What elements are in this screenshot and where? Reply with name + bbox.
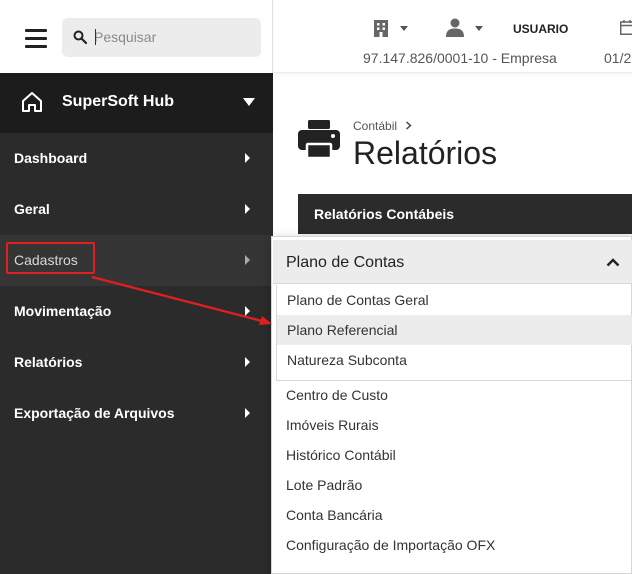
submenu-item-imoveis-rurais[interactable]: Imóveis Rurais [273, 410, 632, 440]
submenu-item-label: Plano de Contas Geral [287, 292, 429, 308]
sidebar-header [0, 0, 273, 73]
chevron-up-icon [606, 258, 620, 267]
sidebar-item-label: Relatórios [14, 354, 83, 370]
submenu-item-plano-referencial[interactable]: Plano Referencial [277, 315, 632, 345]
chevron-right-icon [405, 121, 412, 130]
submenu-group-plano-de-contas[interactable]: Plano de Contas [273, 240, 632, 284]
submenu-item-label: Natureza Subconta [287, 352, 407, 368]
cadastros-submenu: Plano de Contas Plano de Contas Geral Pl… [271, 236, 632, 574]
sidebar-item-label: Movimentação [14, 303, 112, 319]
submenu-item-label: Configuração de Importação OFX [286, 537, 496, 553]
search-icon [73, 30, 87, 44]
page-title: Relatórios [353, 135, 498, 171]
calendar-icon[interactable] [620, 20, 632, 35]
chevron-down-icon[interactable] [400, 26, 408, 31]
search-input[interactable] [94, 26, 249, 48]
submenu-group-items: Plano de Contas Geral Plano Referencial … [276, 285, 632, 381]
sidebar-item-label: Geral [14, 201, 50, 217]
sidebar-item-relatorios[interactable]: Relatórios [0, 337, 273, 388]
topbar: USUARIO 97.147.826/0001-10 - Empresa 01/… [274, 0, 632, 73]
username-label[interactable]: USUARIO [513, 22, 568, 36]
chevron-right-icon [245, 153, 250, 163]
menu-icon[interactable] [25, 29, 47, 49]
search-box[interactable] [62, 18, 261, 57]
submenu-item-label: Histórico Contábil [286, 447, 396, 463]
brand-selector[interactable]: SuperSoft Hub [0, 73, 273, 133]
submenu-item-centro-de-custo[interactable]: Centro de Custo [273, 380, 632, 410]
sidebar-item-movimentacao[interactable]: Movimentação [0, 286, 273, 337]
section-header: Relatórios Contábeis [298, 194, 632, 234]
submenu-item-label: Centro de Custo [286, 387, 388, 403]
chevron-right-icon [245, 255, 250, 265]
submenu-item-historico-contabil[interactable]: Histórico Contábil [273, 440, 632, 470]
chevron-right-icon [245, 357, 250, 367]
submenu-item-conta-bancaria[interactable]: Conta Bancária [273, 500, 632, 530]
submenu-item-label: Imóveis Rurais [286, 417, 379, 433]
sidebar-item-exportacao[interactable]: Exportação de Arquivos [0, 388, 273, 439]
text-caret [95, 29, 96, 45]
breadcrumb[interactable]: Contábil [353, 119, 397, 133]
sidebar-item-cadastros[interactable]: Cadastros [0, 235, 273, 286]
sidebar-item-geral[interactable]: Geral [0, 184, 273, 235]
caret-down-icon [243, 98, 255, 106]
submenu-item-plano-de-contas-geral[interactable]: Plano de Contas Geral [277, 285, 632, 315]
company-label: 97.147.826/0001-10 - Empresa [363, 50, 557, 66]
printer-icon [298, 120, 340, 160]
submenu-item-label: Plano Referencial [287, 322, 398, 338]
submenu-group-label: Plano de Contas [286, 254, 405, 271]
period-label[interactable]: 01/2 [604, 50, 631, 66]
chevron-right-icon [245, 408, 250, 418]
chevron-right-icon [245, 306, 250, 316]
brand-label: SuperSoft Hub [62, 93, 174, 110]
submenu-item-label: Lote Padrão [286, 477, 363, 493]
sidebar-item-label: Cadastros [14, 252, 78, 268]
building-icon[interactable] [373, 19, 389, 37]
chevron-down-icon[interactable] [475, 26, 483, 31]
home-icon [22, 92, 42, 112]
sidebar-item-label: Dashboard [14, 150, 88, 166]
sidebar-item-label: Exportação de Arquivos [14, 405, 175, 421]
chevron-right-icon [245, 204, 250, 214]
submenu-item-configuracao-importacao-ofx[interactable]: Configuração de Importação OFX [273, 530, 632, 560]
user-icon[interactable] [446, 18, 464, 37]
submenu-item-label: Conta Bancária [286, 507, 383, 523]
sidebar-item-dashboard[interactable]: Dashboard [0, 133, 273, 184]
submenu-item-lote-padrao[interactable]: Lote Padrão [273, 470, 632, 500]
submenu-item-natureza-subconta[interactable]: Natureza Subconta [277, 345, 632, 375]
section-title: Relatórios Contábeis [314, 206, 455, 222]
sidebar: SuperSoft Hub Dashboard Geral Cadastros … [0, 73, 273, 574]
